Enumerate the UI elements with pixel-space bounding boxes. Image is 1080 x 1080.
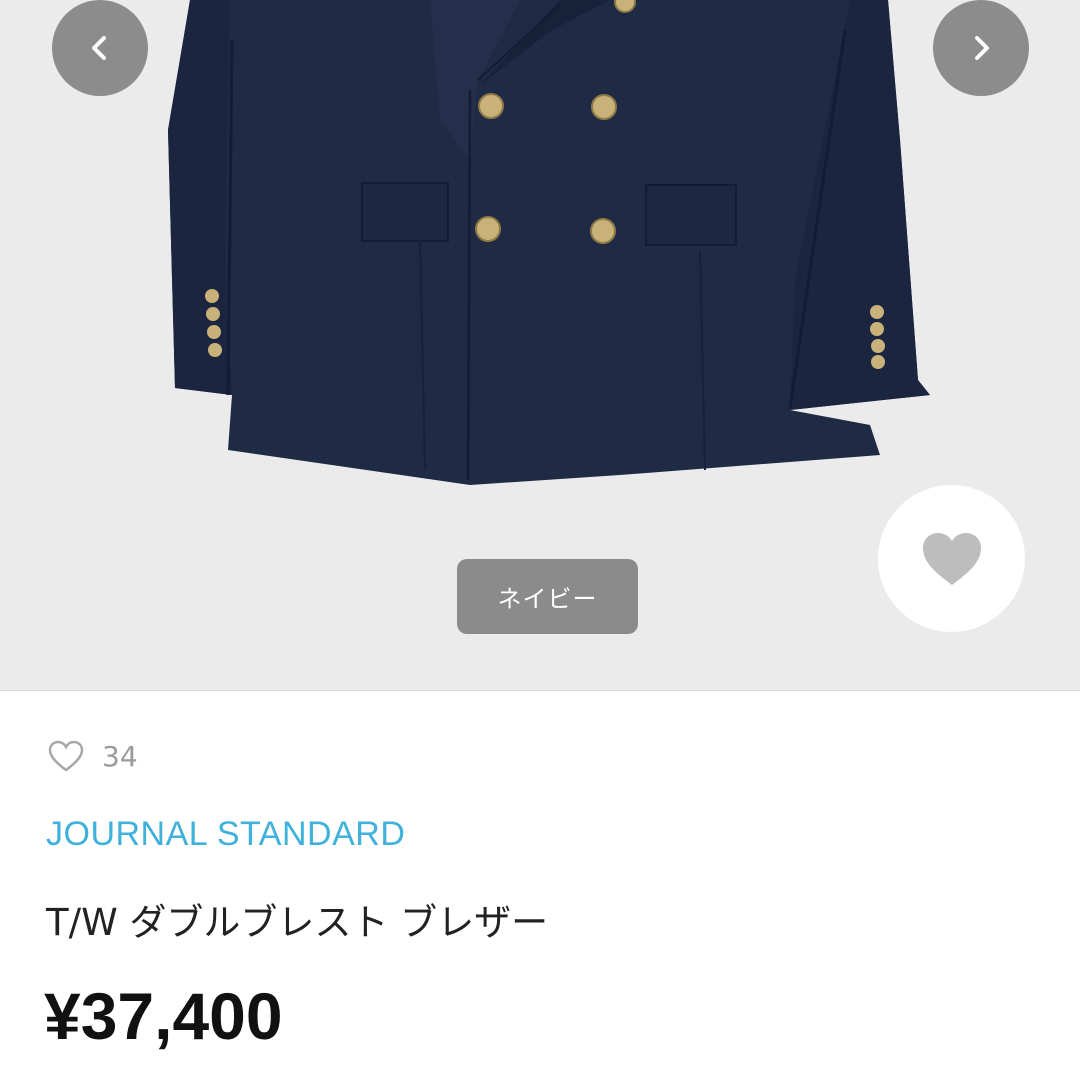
likes-count: 34 xyxy=(102,739,138,773)
product-name: T/W ダブルブレスト ブレザー xyxy=(46,901,549,944)
chevron-left-icon xyxy=(92,36,106,60)
divider xyxy=(0,690,1080,691)
likes-indicator[interactable]: 34 xyxy=(48,736,138,776)
product-price: ¥37,400 xyxy=(44,979,283,1053)
brand-link[interactable]: JOURNAL STANDARD xyxy=(46,815,405,854)
heart-icon xyxy=(922,532,981,585)
next-image-button[interactable] xyxy=(933,0,1029,96)
color-variant-label: ネイビー xyxy=(457,559,638,634)
product-image-gallery[interactable]: ネイビー xyxy=(0,0,1080,690)
favorite-button[interactable] xyxy=(878,485,1025,632)
previous-image-button[interactable] xyxy=(52,0,148,96)
heart-outline-icon xyxy=(48,740,84,772)
chevron-right-icon xyxy=(975,36,989,60)
